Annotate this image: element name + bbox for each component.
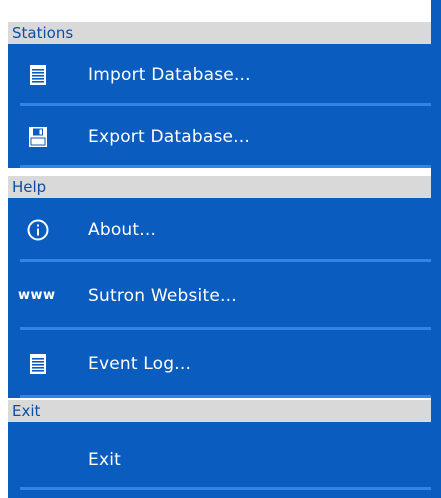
menu-item-export-database[interactable]: Export Database... — [8, 106, 441, 168]
menu-item-about[interactable]: About... — [8, 198, 441, 262]
menu-item-label: Import Database... — [88, 65, 251, 85]
www-icon: www — [18, 288, 56, 303]
separator — [20, 395, 441, 398]
section-title-stations: Stations — [12, 24, 74, 42]
document-icon — [26, 352, 50, 376]
menu-item-sutron-website[interactable]: www Sutron Website... — [8, 262, 441, 330]
section-title-help: Help — [12, 178, 47, 196]
section-title-exit: Exit — [12, 402, 41, 420]
menu-item-exit[interactable]: Exit — [8, 422, 441, 498]
section-header-help: Help — [8, 176, 441, 198]
right-edge — [431, 0, 441, 498]
app-menu: Stations Import Database... Export Datab… — [0, 0, 441, 498]
floppy-disk-icon — [26, 125, 50, 149]
menu-item-label: Export Database... — [88, 127, 250, 147]
separator — [20, 165, 441, 168]
section-header-stations: Stations — [8, 22, 441, 44]
menu-item-event-log[interactable]: Event Log... — [8, 330, 441, 398]
menu-item-label: Event Log... — [88, 354, 192, 374]
menu-item-label: About... — [88, 220, 157, 240]
document-icon — [26, 63, 50, 87]
menu-item-import-database[interactable]: Import Database... — [8, 44, 441, 106]
section-header-exit: Exit — [8, 400, 441, 422]
menu-item-label: Sutron Website... — [88, 286, 237, 306]
info-icon — [26, 218, 50, 242]
separator — [20, 487, 441, 490]
